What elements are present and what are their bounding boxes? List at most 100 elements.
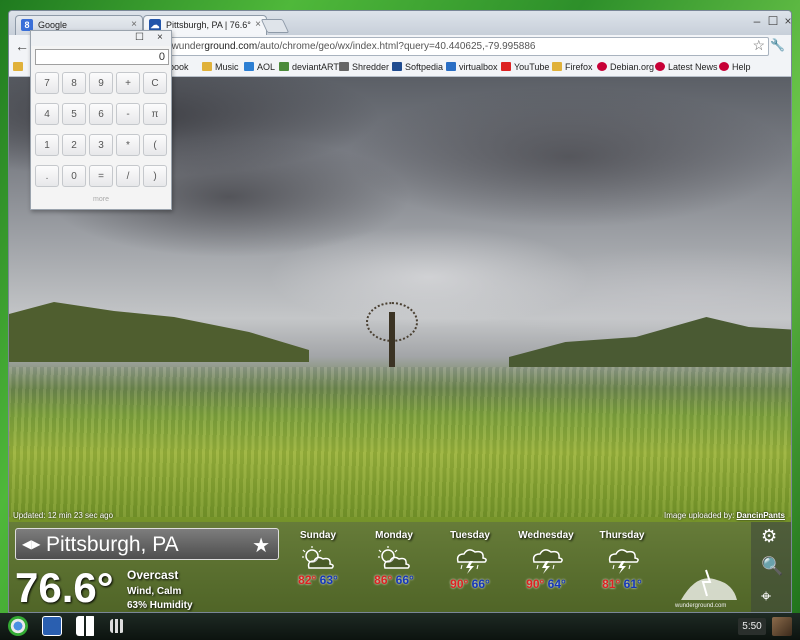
chrome-icon[interactable]: [8, 616, 28, 636]
calc-key[interactable]: 2: [62, 134, 86, 156]
thunderstorm-icon: [608, 549, 639, 574]
folder-icon: [552, 62, 562, 71]
shredder-icon: [339, 62, 349, 71]
debian-icon: [655, 62, 665, 71]
partly-cloudy-icon: [302, 546, 334, 569]
forecast-day[interactable]: Tuesday 90° 66°: [435, 530, 505, 591]
forecast-low: 64°: [547, 577, 566, 591]
tree-trunk: [389, 312, 395, 367]
forecast-high: 90°: [450, 577, 469, 591]
window-close-icon[interactable]: ×: [780, 14, 791, 28]
app-grid-icon[interactable]: [76, 616, 96, 636]
calc-key[interactable]: (: [143, 134, 167, 156]
minimize-icon[interactable]: –: [749, 14, 765, 28]
calculator-display[interactable]: 0: [35, 49, 169, 65]
bookmark-item[interactable]: Help: [719, 62, 751, 72]
bookmark-item[interactable]: Shredder: [339, 62, 389, 72]
calc-key[interactable]: 7: [35, 72, 59, 94]
calculator-app-icon[interactable]: [110, 619, 124, 633]
forecast-day[interactable]: Thursday 81° 61°: [587, 530, 657, 591]
forecast-day[interactable]: Wednesday 90° 64°: [511, 530, 581, 591]
calculator-more-link[interactable]: more: [31, 196, 171, 203]
clock[interactable]: 5:50: [738, 618, 766, 635]
tab-close-icon[interactable]: ×: [131, 19, 137, 30]
calc-key[interactable]: π: [143, 103, 167, 125]
deviantart-icon: [279, 62, 289, 71]
bookmark-star-icon[interactable]: ☆: [752, 37, 765, 54]
calc-key[interactable]: 3: [89, 134, 113, 156]
partly-cloudy-icon: [378, 546, 410, 569]
forecast-high: 81°: [602, 577, 621, 591]
forecast-low: 66°: [471, 577, 490, 591]
forecast-high: 86°: [374, 573, 393, 587]
calculator-maximize-icon[interactable]: ☐: [135, 32, 144, 43]
wrench-icon[interactable]: 🔧: [770, 38, 785, 52]
weather-bar: ◀▶ Pittsburgh, PA ★ 76.6° Overcast Wind,…: [9, 522, 791, 612]
calculator-panel: ☐ × 0 7 8 9 + C 4 5 6 - π 1 2 3 * ( . 0 …: [30, 30, 172, 210]
bookmark-item[interactable]: Latest News: [655, 62, 718, 72]
bookmark-item[interactable]: YouTube: [501, 62, 549, 72]
humidity-text: 63% Humidity: [127, 600, 193, 611]
favorite-star-icon[interactable]: ★: [252, 533, 270, 558]
updated-text: Updated: 12 min 23 sec ago: [13, 511, 114, 520]
forecast-high: 82°: [298, 573, 317, 587]
calc-key[interactable]: C: [143, 72, 167, 94]
calc-key[interactable]: *: [116, 134, 140, 156]
locate-crosshair-icon[interactable]: ⌖: [761, 586, 771, 607]
wunderground-brand: wunderground.com: [675, 603, 727, 609]
forecast-low: 61°: [623, 577, 642, 591]
tab-label: Google: [38, 20, 68, 30]
settings-gear-icon[interactable]: ⚙: [761, 526, 777, 547]
tab-close-icon[interactable]: ×: [255, 19, 261, 30]
bookmark-folder-icon[interactable]: [13, 62, 26, 72]
calc-key[interactable]: ): [143, 165, 167, 187]
calculator-close-icon[interactable]: ×: [157, 32, 163, 43]
forecast-day[interactable]: Sunday 82° 63°: [283, 530, 353, 587]
credit-user-link[interactable]: DancinPants: [737, 511, 785, 520]
calc-key[interactable]: 1: [35, 134, 59, 156]
bookmark-item[interactable]: deviantART: [279, 62, 339, 72]
address-bar[interactable]: chrome://www.wunderground.com/auto/chrom…: [99, 37, 769, 56]
bookmark-item[interactable]: Music: [202, 62, 239, 72]
search-icon[interactable]: 🔍: [761, 556, 783, 577]
calc-key[interactable]: 0: [62, 165, 86, 187]
calc-key[interactable]: /: [116, 165, 140, 187]
bookmark-item[interactable]: Debian.org: [597, 62, 654, 72]
calc-key[interactable]: 9: [89, 72, 113, 94]
tab-label: Pittsburgh, PA | 76.6°: [166, 20, 251, 30]
weather-side-controls: ⚙ 🔍 ⌖: [751, 522, 791, 612]
aol-icon: [244, 62, 254, 71]
debian-icon: [597, 62, 607, 71]
folder-icon: [202, 62, 212, 71]
forecast-day[interactable]: Monday 86° 66°: [359, 530, 429, 587]
forecast-low: 63°: [319, 573, 338, 587]
wind-text: Wind, Calm: [127, 586, 182, 597]
avatar[interactable]: [772, 617, 792, 636]
maximize-icon[interactable]: ☐: [765, 14, 781, 28]
calc-key[interactable]: 8: [62, 72, 86, 94]
bookmark-item[interactable]: virtualbox: [446, 62, 498, 72]
taskbar: 5:50: [0, 613, 800, 640]
forecast-high: 90°: [526, 577, 545, 591]
current-temperature: 76.6°: [15, 564, 114, 611]
city-selector[interactable]: ◀▶ Pittsburgh, PA ★: [15, 528, 279, 560]
calc-key[interactable]: 4: [35, 103, 59, 125]
youtube-icon: [501, 62, 511, 71]
wheat-field: [9, 367, 791, 517]
calc-key[interactable]: =: [89, 165, 113, 187]
bookmark-item[interactable]: Softpedia: [392, 62, 443, 72]
calc-key[interactable]: +: [116, 72, 140, 94]
thunderstorm-icon: [456, 549, 487, 574]
calc-key[interactable]: -: [116, 103, 140, 125]
calc-key[interactable]: 5: [62, 103, 86, 125]
back-arrow-icon[interactable]: ←: [15, 38, 29, 54]
wunderground-app-icon[interactable]: [42, 616, 62, 636]
bookmark-item[interactable]: Firefox: [552, 62, 593, 72]
bookmark-item[interactable]: AOL: [244, 62, 275, 72]
left-right-arrows-icon[interactable]: ◀▶: [22, 537, 40, 551]
url-host: ground.com: [204, 41, 258, 52]
calc-key[interactable]: .: [35, 165, 59, 187]
softpedia-icon: [392, 62, 402, 71]
calc-key[interactable]: 6: [89, 103, 113, 125]
virtualbox-icon: [446, 62, 456, 71]
